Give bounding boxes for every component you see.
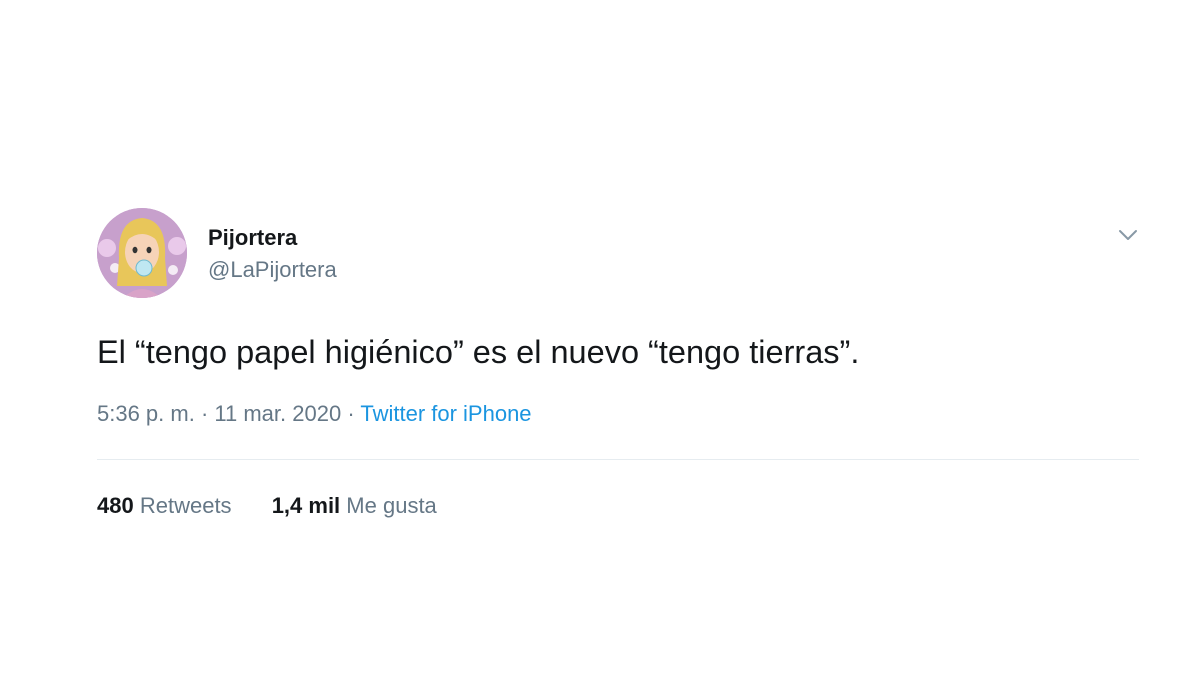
user-handle[interactable]: @LaPijortera (208, 256, 337, 284)
display-name[interactable]: Pijortera (208, 225, 337, 251)
tweet-stats: 480 Retweets 1,4 mil Me gusta (97, 492, 1141, 520)
retweets-count: 480 (97, 493, 134, 518)
tweet-text: El “tengo papel higiénico” es el nuevo “… (97, 334, 860, 370)
tweet-card: Pijortera @LaPijortera El “tengo papel h… (97, 208, 1141, 520)
chevron-down-icon[interactable] (1117, 224, 1139, 246)
tweet-header: Pijortera @LaPijortera (97, 208, 1141, 300)
tweet-source-link[interactable]: Twitter for iPhone (360, 401, 531, 426)
likes-stat[interactable]: 1,4 mil Me gusta (272, 492, 437, 520)
meta-separator: · (194, 401, 215, 426)
tweet-date[interactable]: 11 mar. 2020 (214, 401, 341, 426)
tweet-user-names: Pijortera @LaPijortera (208, 225, 337, 284)
likes-count: 1,4 mil (271, 493, 341, 518)
divider (97, 459, 1139, 460)
tweet-meta: 5:36 p. m. · 11 mar. 2020 · Twitter for … (97, 399, 1141, 429)
retweets-stat[interactable]: 480 Retweets (97, 492, 232, 520)
tweet-time[interactable]: 5:36 p. m. (97, 401, 195, 426)
retweets-label: Retweets (139, 493, 232, 518)
meta-separator: · (341, 401, 361, 426)
likes-label: Me gusta (346, 493, 437, 518)
cartoon-girl-face-icon (97, 208, 187, 298)
avatar[interactable] (97, 208, 187, 298)
